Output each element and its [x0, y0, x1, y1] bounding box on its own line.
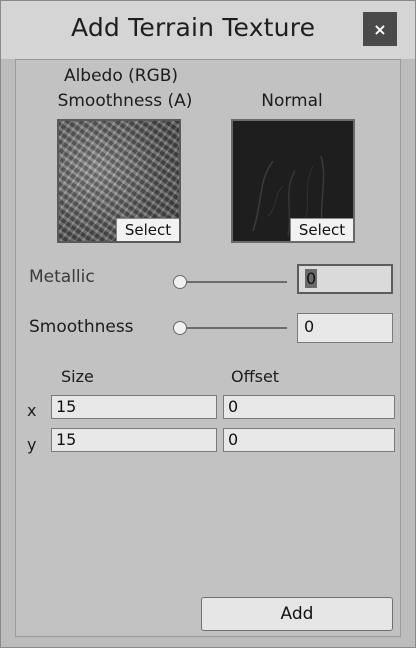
offset-y-field[interactable]: 0: [223, 428, 395, 452]
albedo-texture-slot[interactable]: Select: [57, 119, 181, 243]
metallic-label: Metallic: [29, 267, 95, 287]
y-label: y: [27, 435, 37, 454]
metallic-slider-track[interactable]: [173, 281, 287, 283]
smoothness-slider-thumb[interactable]: [173, 321, 187, 335]
add-terrain-texture-window: Add Terrain Texture × Albedo (RGB) Smoot…: [0, 0, 416, 648]
offset-header: Offset: [231, 367, 280, 386]
albedo-select-button[interactable]: Select: [116, 218, 179, 241]
metallic-value: 0: [305, 269, 318, 288]
normal-select-button[interactable]: Select: [290, 218, 353, 241]
size-header: Size: [61, 367, 94, 386]
close-icon: ×: [373, 19, 387, 39]
normal-texture-slot[interactable]: Select: [231, 119, 355, 243]
offset-x-field[interactable]: 0: [223, 395, 395, 419]
smoothness-alpha-label: Smoothness (A): [57, 91, 193, 111]
smoothness-slider-track[interactable]: [173, 327, 287, 329]
size-y-field[interactable]: 15: [51, 428, 217, 452]
metallic-slider-thumb[interactable]: [173, 275, 187, 289]
size-x-field[interactable]: 15: [51, 395, 217, 419]
smoothness-value-field[interactable]: 0: [297, 313, 393, 343]
title-bar[interactable]: Add Terrain Texture ×: [1, 1, 415, 59]
metallic-value-field[interactable]: 0: [297, 264, 393, 294]
normal-label: Normal: [261, 91, 323, 111]
close-button[interactable]: ×: [363, 12, 397, 46]
albedo-label: Albedo (RGB): [63, 66, 179, 86]
add-button[interactable]: Add: [201, 597, 393, 631]
smoothness-label: Smoothness: [29, 317, 134, 337]
window-title: Add Terrain Texture: [71, 13, 316, 42]
x-label: x: [27, 401, 37, 420]
